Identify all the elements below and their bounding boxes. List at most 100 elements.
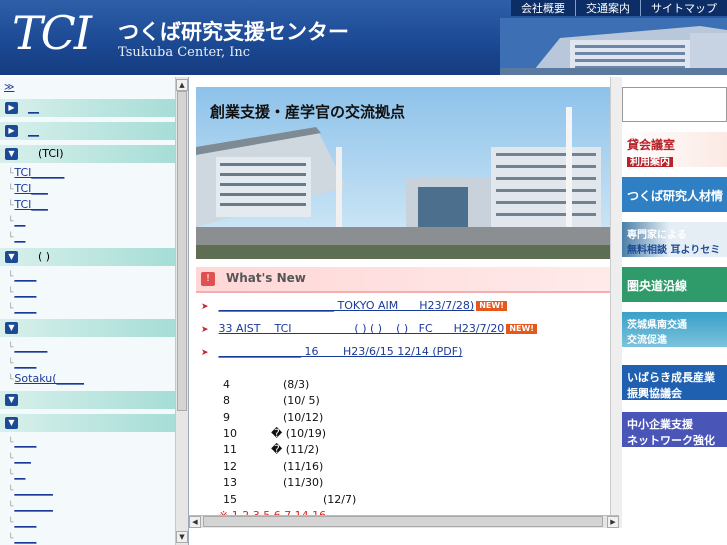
news-item[interactable]: ➤ _____________________ TOKYO AIM H23/7/2… [201, 299, 507, 312]
nav-link-label: ____ [14, 301, 37, 314]
nav-link[interactable]: └____ [8, 269, 36, 282]
nav-link-label: _______ [14, 499, 53, 512]
nav-link-label: __ [14, 214, 26, 227]
nav-link[interactable]: └__ [8, 230, 25, 243]
nav-link[interactable]: └_______ [8, 499, 53, 512]
nav-link[interactable]: └____ [8, 301, 36, 314]
news-link[interactable]: 33 AIST TCI ( ) ( ) ( ) FC H23/7/20 [219, 322, 505, 335]
scroll-thumb[interactable] [177, 91, 187, 411]
nav-link[interactable]: └__ [8, 467, 25, 480]
nav-link[interactable]: └____ [8, 531, 36, 544]
main-horizontal-scrollbar[interactable]: ◀ ▶ [189, 515, 619, 528]
chevron-down-icon: ▼ [5, 394, 18, 406]
banner-human-resources[interactable]: つくば研究人材情 [622, 177, 727, 212]
banner-rental-rooms[interactable]: 貸会議室 利用案内 [622, 132, 727, 167]
nav-link-label: __ [14, 467, 26, 480]
nav-link[interactable]: └__ [8, 214, 25, 227]
nav-group-6[interactable]: ▼ [0, 391, 175, 409]
banner-consultation[interactable]: 専門家による無料相談 耳よりセミ [622, 222, 727, 257]
event-number: 9 [223, 411, 230, 424]
nav-group-1[interactable]: ▶ __ [0, 99, 175, 117]
event-row: 15 (12/7) [223, 493, 356, 506]
tree-line-icon: └ [8, 185, 14, 195]
news-link[interactable]: _____________________ TOKYO AIM H23/7/28… [219, 299, 475, 312]
nav-link-label: TCI______ [14, 166, 65, 179]
search-box[interactable] [622, 87, 727, 122]
nav-link-label: ______ [14, 340, 48, 353]
tree-line-icon: └ [8, 518, 14, 528]
nav-link[interactable]: └Sotaku(_____ [8, 372, 84, 385]
nav-access-link[interactable]: 交通案内 [575, 0, 640, 16]
play-icon: ▶ [5, 125, 18, 137]
news-item[interactable]: ➤ 33 AIST TCI ( ) ( ) ( ) FC H23/7/20 NEW! [201, 322, 537, 335]
nav-link[interactable]: └____ [8, 285, 36, 298]
banner-sublabel: 交流促進 [627, 335, 667, 346]
tree-line-icon: └ [8, 288, 14, 298]
banner-label: つくば研究人材情 [627, 189, 724, 203]
banner-label: 専門家による [627, 230, 687, 241]
nav-group-2[interactable]: ▶ __ [0, 122, 175, 140]
nav-group-4[interactable]: ▼ ( ) [0, 248, 175, 266]
banner-kenodo[interactable]: 圏央道沿線 [622, 267, 727, 302]
nav-group-7[interactable]: ▼ [0, 414, 175, 432]
tree-line-icon: └ [8, 169, 14, 179]
nav-link[interactable]: └TCI______ [8, 166, 64, 179]
site-header: TCI つくば研究支援センター Tsukuba Center, Inc 会社概要… [0, 0, 727, 75]
banner-ibaraki-growth[interactable]: いばらき成長産業 振興協議会 [622, 365, 727, 400]
banner-sme-network[interactable]: 中小企業支援 ネットワーク強化 [622, 412, 727, 447]
scroll-left-icon[interactable]: ◀ [189, 516, 201, 528]
nav-sitemap-link[interactable]: サイトマップ [640, 0, 727, 16]
event-row: 12 (11/16) [223, 460, 323, 473]
banner-title: 創業支援・産学官の交流拠点 [210, 103, 406, 121]
tci-logo[interactable]: TCI [12, 8, 92, 58]
event-row: 11 � (11/2) [223, 443, 319, 456]
nav-link-label: ____ [14, 356, 37, 369]
nav-company-link[interactable]: 会社概要 [511, 0, 575, 16]
event-number: 13 [223, 476, 237, 489]
nav-link-label: ____ [14, 285, 37, 298]
banner-traffic[interactable]: 茨城県南交通 交流促進 [622, 312, 727, 347]
event-number: 12 [223, 460, 237, 473]
banner-sublabel: 無料相談 耳よりセミ [627, 245, 721, 256]
nav-link[interactable]: └____ [8, 515, 36, 528]
nav-link-label: TCI___ [14, 182, 48, 195]
event-number: 15 [223, 493, 237, 506]
whats-new-title: What's New [226, 271, 306, 285]
news-link[interactable]: _______________ 16 H23/6/15 12/14 (PDF) [219, 345, 463, 358]
event-date: (10/12) [283, 411, 324, 424]
scroll-down-icon[interactable]: ▼ [176, 531, 188, 543]
nav-link[interactable]: └____ [8, 356, 36, 369]
whats-new-header: ! What's New [196, 267, 614, 293]
tree-line-icon: └ [8, 217, 14, 227]
event-number: 8 [223, 394, 230, 407]
home-arrow-link[interactable]: ≫ [4, 82, 14, 93]
nav-link[interactable]: └TCI___ [8, 182, 48, 195]
tree-line-icon: └ [8, 534, 14, 544]
tree-line-icon: └ [8, 502, 14, 512]
bullet-arrow-icon: ➤ [201, 348, 209, 358]
nav-link-label: ____ [14, 531, 37, 544]
nav-group-tci[interactable]: ▼ (TCI) [0, 145, 175, 163]
nav-link[interactable]: └_______ [8, 483, 53, 496]
scroll-thumb[interactable] [203, 516, 603, 527]
new-badge: NEW! [476, 301, 507, 311]
left-vertical-scrollbar[interactable]: ▲ ▼ [175, 77, 188, 545]
tree-line-icon: └ [8, 438, 14, 448]
top-navigation: 会社概要 交通案内 サイトマップ [511, 0, 727, 16]
nav-link[interactable]: └______ [8, 340, 47, 353]
event-date: (11/30) [283, 476, 324, 489]
news-item[interactable]: ➤ _______________ 16 H23/6/15 12/14 (PDF) [201, 345, 462, 358]
nav-group-label: ( ) [38, 250, 51, 263]
hero-banner: 創業支援・産学官の交流拠点 [196, 87, 614, 259]
nav-link[interactable]: └____ [8, 435, 36, 448]
scroll-track [610, 77, 622, 528]
nav-link[interactable]: └TCI___ [8, 198, 48, 211]
nav-link[interactable]: └___ [8, 451, 31, 464]
banner-label: 茨城県南交通 [627, 320, 687, 331]
scroll-right-icon[interactable]: ▶ [607, 516, 619, 528]
tree-line-icon: └ [8, 233, 14, 243]
main-vertical-scrollbar[interactable] [610, 77, 622, 528]
nav-group-5[interactable]: ▼ [0, 319, 175, 337]
scroll-up-icon[interactable]: ▲ [176, 79, 188, 91]
chevron-down-icon: ▼ [5, 251, 18, 263]
